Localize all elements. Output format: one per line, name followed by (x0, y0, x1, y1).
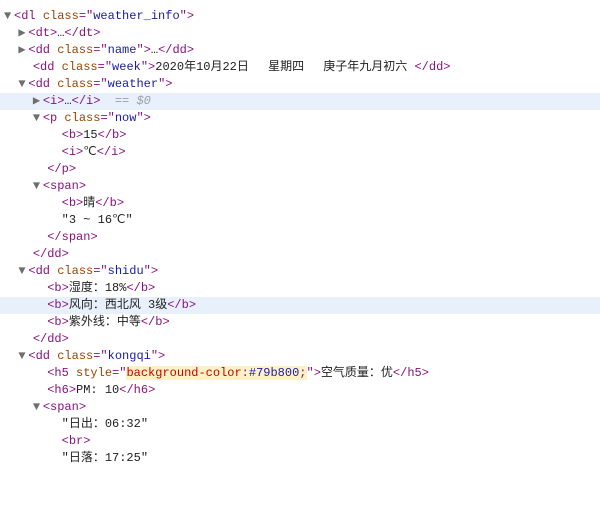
expand-toggle[interactable]: ▼ (18, 76, 28, 93)
expand-toggle[interactable]: ▼ (18, 348, 28, 365)
dom-node-dd-shidu[interactable]: ▼<dd class="shidu"> (0, 263, 600, 280)
uv: 紫外线：中等 (69, 315, 141, 329)
sunrise: 日出：06:32 (69, 417, 141, 431)
dom-node-h5-aq[interactable]: <h5 style="background-color:#79b800;">空气… (0, 365, 600, 382)
dom-node-b-desc[interactable]: <b>晴</b> (0, 195, 600, 212)
dom-node-b-temp[interactable]: <b>15</b> (0, 127, 600, 144)
expand-toggle[interactable]: ▼ (33, 399, 43, 416)
dom-node-span-2[interactable]: ▼<span> (0, 399, 600, 416)
dom-node-p-now[interactable]: ▼<p class="now"> (0, 110, 600, 127)
dom-node-p-close[interactable]: </p> (0, 161, 600, 178)
expand-toggle[interactable]: ▼ (33, 110, 43, 127)
dom-text-range[interactable]: "3 ~ 16℃" (0, 212, 600, 229)
dom-node-span-close-1[interactable]: </span> (0, 229, 600, 246)
dom-node-dt[interactable]: ▶<dt>…</dt> (0, 25, 600, 42)
dom-node-i-selected[interactable]: ▶<i>…</i> == $0 (0, 93, 600, 110)
pm: PM: 10 (76, 383, 119, 397)
expand-toggle[interactable]: ▼ (18, 263, 28, 280)
dom-node-dd-week[interactable]: <dd class="week">2020年10月22日 星期四 庚子年九月初六… (0, 59, 600, 76)
wind: 风向：西北风 3级 (69, 298, 167, 312)
dom-text-sunset[interactable]: "日落：17:25" (0, 450, 600, 467)
humidity: 湿度：18% (69, 281, 127, 295)
sunset: 日落：17:25 (69, 451, 141, 465)
air-quality: 空气质量：优 (321, 366, 393, 380)
now-temp: 15 (83, 128, 97, 142)
dom-node-dd-kongqi[interactable]: ▼<dd class="kongqi"> (0, 348, 600, 365)
expand-toggle[interactable]: ▼ (33, 178, 43, 195)
dom-text-sunrise[interactable]: "日出：06:32" (0, 416, 600, 433)
dom-node-dd-weather[interactable]: ▼<dd class="weather"> (0, 76, 600, 93)
weather-range: 3 ~ 16℃ (69, 213, 126, 227)
dom-node-dl[interactable]: ▼<dl class="weather_info"> (0, 8, 600, 25)
expand-toggle[interactable]: ▶ (18, 25, 28, 42)
dom-node-i-unit[interactable]: <i>℃</i> (0, 144, 600, 161)
expand-toggle[interactable]: ▼ (4, 8, 14, 25)
week-text: 2020年10月22日 星期四 庚子年九月初六 (155, 60, 414, 74)
dom-node-span-1[interactable]: ▼<span> (0, 178, 600, 195)
now-unit: ℃ (83, 145, 96, 159)
dom-node-dd-name[interactable]: ▶<dd class="name">…</dd> (0, 42, 600, 59)
dom-node-b-humidity[interactable]: <b>湿度：18%</b> (0, 280, 600, 297)
dom-node-h6-pm[interactable]: <h6>PM: 10</h6> (0, 382, 600, 399)
dom-node-b-uv[interactable]: <b>紫外线：中等</b> (0, 314, 600, 331)
dom-node-dd-shidu-close[interactable]: </dd> (0, 331, 600, 348)
dom-node-dd-weather-close[interactable]: </dd> (0, 246, 600, 263)
expand-toggle[interactable]: ▶ (33, 93, 43, 110)
expand-toggle[interactable]: ▶ (18, 42, 28, 59)
dom-node-b-wind[interactable]: <b>风向：西北风 3级</b> (0, 297, 600, 314)
selected-marker: == $0 (115, 94, 151, 108)
dom-node-br[interactable]: <br> (0, 433, 600, 450)
weather-desc: 晴 (83, 196, 95, 210)
